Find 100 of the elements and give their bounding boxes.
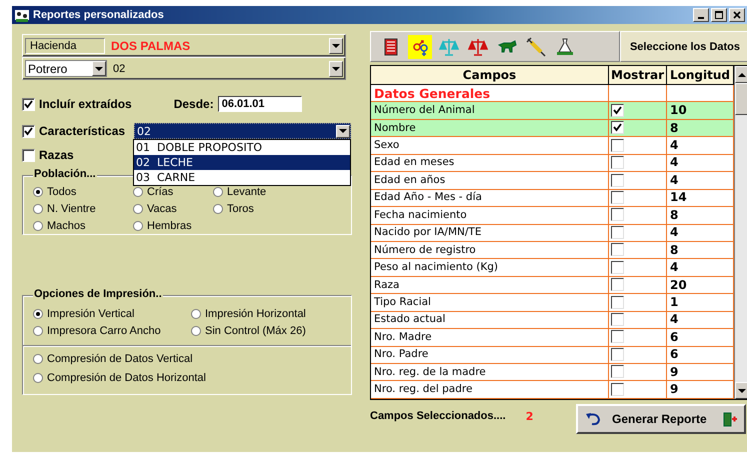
selected-count: 2	[526, 410, 534, 423]
gender-tool-button[interactable]	[408, 34, 432, 58]
radio-button[interactable]	[133, 221, 143, 231]
toolbar-label: Seleccione los Datos	[620, 31, 747, 62]
hacienda-combo[interactable]: Hacienda DOS PALMAS	[22, 34, 346, 57]
checkbox[interactable]	[611, 208, 624, 222]
group-title: Opciones de Impresión..	[33, 288, 163, 300]
table-cell: Raza	[371, 276, 608, 294]
close-button[interactable]	[729, 8, 745, 22]
table-cell: Peso al nacimiento (Kg)	[371, 258, 608, 276]
radio-label: Toros	[227, 203, 254, 215]
checkbox[interactable]	[611, 296, 624, 309]
radio-button[interactable]	[33, 373, 43, 383]
checkbox[interactable]	[611, 121, 624, 134]
table-cell: Tipo Racial	[371, 294, 608, 312]
scroll-up-icon[interactable]	[738, 72, 746, 76]
radio-button[interactable]	[133, 187, 143, 197]
potrero-combo[interactable]: Potrero 02	[22, 57, 346, 80]
checkbox-label: Incluír extraídos	[39, 97, 132, 111]
syringe-tool-button[interactable]	[524, 34, 548, 58]
checkbox[interactable]	[611, 138, 624, 152]
scroll-down-icon[interactable]	[738, 388, 746, 392]
minimize-icon	[698, 17, 704, 19]
column-header[interactable]: Campos	[371, 66, 608, 84]
dropdown-icon[interactable]	[329, 38, 343, 54]
table-cell: Sexo	[371, 136, 608, 154]
potrero-value: 02	[113, 62, 126, 74]
radio-button[interactable]	[33, 204, 43, 214]
radio-button[interactable]	[33, 309, 43, 319]
potrero-select[interactable]: Potrero	[25, 60, 107, 77]
table-cell: Edad en años	[371, 172, 608, 190]
dropdown-arrow-icon[interactable]	[339, 129, 347, 133]
table-cell: Nro. reg. de la madre	[371, 364, 608, 381]
table-cell: Nro. Padre	[371, 346, 608, 364]
exit-door-icon[interactable]	[722, 411, 738, 427]
radio-label: Crías	[147, 186, 174, 198]
radio-label: Machos	[47, 220, 86, 232]
checkbox[interactable]	[611, 174, 624, 187]
radio-label: Levante	[227, 186, 266, 198]
checkbox[interactable]	[611, 260, 624, 274]
table-cell: 8	[666, 119, 734, 137]
minimize-button[interactable]	[693, 8, 709, 22]
checkbox[interactable]	[611, 104, 624, 117]
radio-button[interactable]	[191, 326, 201, 336]
scroll-thumb[interactable]	[735, 83, 747, 115]
column-header[interactable]: Longitud	[666, 66, 734, 84]
dropdown-arrow-icon[interactable]	[95, 66, 103, 70]
checkbox[interactable]	[611, 348, 624, 361]
table-cell: 4	[666, 224, 734, 242]
checkbox[interactable]	[611, 278, 624, 292]
radio-button[interactable]	[191, 309, 201, 319]
checkbox[interactable]	[611, 330, 624, 344]
dropdown-option[interactable]: 02 LECHE	[134, 155, 350, 170]
hacienda-value: DOS PALMAS	[111, 38, 190, 52]
checkbox[interactable]	[22, 124, 35, 138]
radio-button[interactable]	[33, 326, 43, 336]
caracteristicas-select[interactable]: 02	[134, 123, 351, 139]
checkbox[interactable]	[22, 148, 35, 162]
checkbox[interactable]	[611, 313, 624, 326]
radio-label: Compresión de Datos Vertical	[47, 353, 193, 365]
table-cell: 1	[666, 294, 734, 312]
radio-label: N. Vientre	[47, 203, 96, 215]
table-cell: 10	[666, 102, 734, 120]
checkbox-label: Razas	[39, 148, 74, 162]
radio-button[interactable]	[213, 204, 223, 214]
scrollbar[interactable]	[734, 66, 747, 399]
radio-label: Todos	[47, 186, 76, 198]
checkbox[interactable]	[611, 243, 624, 256]
checkbox[interactable]	[611, 365, 624, 378]
radio-button[interactable]	[213, 187, 223, 197]
checkbox[interactable]	[22, 98, 35, 110]
generate-report-button[interactable]: Generar Reporte	[612, 412, 707, 426]
checkbox[interactable]	[611, 382, 624, 396]
radio-button[interactable]	[33, 354, 43, 364]
checkbox[interactable]	[611, 226, 624, 239]
radio-button[interactable]	[33, 221, 43, 231]
radio-label: Sin Control (Máx 26)	[205, 325, 306, 337]
maximize-icon	[714, 10, 724, 20]
radio-label: Impresión Vertical	[47, 308, 134, 320]
radio-label: Impresora Carro Ancho	[47, 325, 161, 337]
maximize-button[interactable]	[711, 8, 727, 22]
table-cell: Nombre	[371, 119, 608, 137]
table-cell: Nacido por IA/MN/TE	[371, 224, 608, 242]
column-header[interactable]: Mostrar	[608, 66, 666, 84]
checkbox-label: Características	[39, 124, 126, 138]
close-icon	[732, 10, 742, 20]
radio-button[interactable]	[133, 204, 143, 214]
date-field[interactable]: 06.01.01	[218, 96, 302, 112]
checkbox[interactable]	[611, 156, 624, 170]
table-cell: Número del Animal	[371, 102, 608, 120]
checkbox[interactable]	[611, 190, 624, 204]
table-cell: Nro. reg. del padre	[371, 380, 608, 398]
radio-button[interactable]	[33, 187, 43, 197]
dropdown-option[interactable]: 03 CARNE	[134, 170, 350, 185]
group-title: Población...	[33, 168, 97, 180]
hacienda-label: Hacienda	[25, 38, 105, 54]
table-cell: 4	[666, 136, 734, 154]
dropdown-icon[interactable]	[329, 60, 343, 76]
table-cell: Edad en meses	[371, 154, 608, 172]
dropdown-option[interactable]: 01 DOBLE PROPOSITO	[134, 140, 350, 155]
